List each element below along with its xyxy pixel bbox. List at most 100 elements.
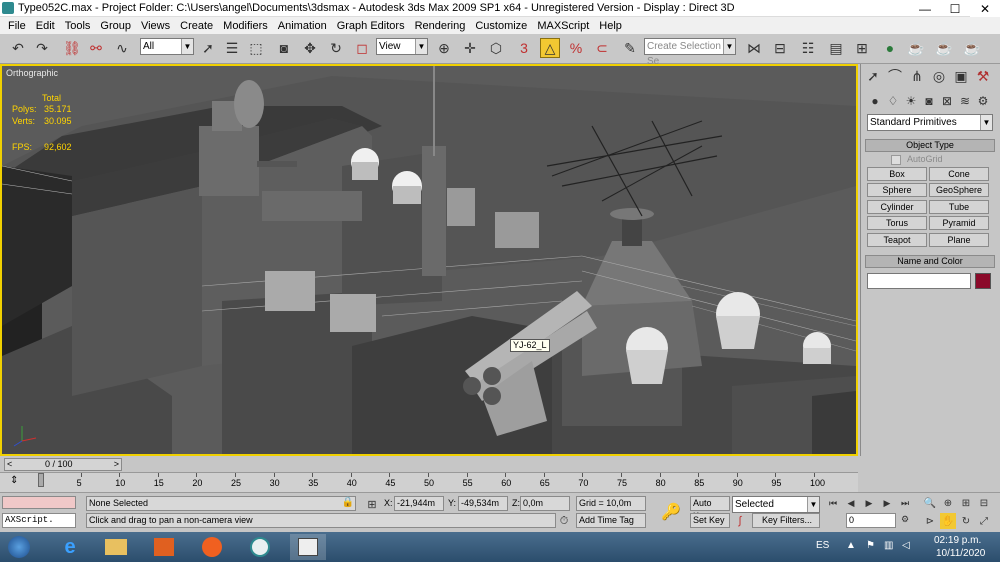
maxscript-listener-top[interactable] bbox=[2, 496, 76, 509]
layer-manager-icon[interactable]: ☷ bbox=[798, 38, 818, 58]
menu-group[interactable]: Group bbox=[95, 20, 136, 32]
material-editor-icon[interactable]: ● bbox=[880, 38, 900, 58]
spinner-snap-icon[interactable]: ⊂ bbox=[592, 38, 612, 58]
scale-icon[interactable]: ◻ bbox=[352, 38, 372, 58]
tray-arrow-icon[interactable]: ▲ bbox=[846, 540, 856, 551]
utilities-tab-icon[interactable]: ⚒ bbox=[973, 66, 993, 86]
bind-space-warp-icon[interactable]: ∿ bbox=[112, 38, 132, 58]
window-crossing-icon[interactable]: ◙ bbox=[274, 38, 294, 58]
systems-icon[interactable]: ⚙ bbox=[973, 91, 993, 111]
time-configuration-icon[interactable]: ⚙ bbox=[898, 511, 912, 527]
language-indicator[interactable]: ES bbox=[816, 540, 829, 551]
selection-region-icon[interactable]: ⬚ bbox=[246, 38, 266, 58]
create-tab-icon[interactable]: ➚ bbox=[863, 66, 883, 86]
default-tangent-icon[interactable]: ∫ bbox=[732, 513, 748, 529]
minimize-button[interactable]: — bbox=[910, 0, 940, 17]
helpers-icon[interactable]: ⊠ bbox=[937, 91, 957, 111]
move-icon[interactable]: ✥ bbox=[300, 38, 320, 58]
quick-render-icon[interactable]: ☕ bbox=[962, 38, 982, 58]
geometry-icon[interactable]: ● bbox=[865, 91, 885, 111]
play-icon[interactable]: ▶ bbox=[862, 495, 876, 511]
menu-file[interactable]: File bbox=[3, 20, 31, 32]
undo-icon[interactable]: ↶ bbox=[8, 38, 28, 58]
3dsmax-taskbar-icon[interactable] bbox=[242, 534, 278, 560]
selection-filter-dropdown[interactable]: All ▼ bbox=[140, 38, 194, 55]
time-slider-prev[interactable]: < bbox=[7, 459, 12, 469]
angle-snap-icon[interactable]: △ bbox=[540, 38, 560, 58]
time-slider[interactable]: < 0 / 100 > bbox=[4, 458, 122, 471]
media-player-icon[interactable] bbox=[146, 534, 182, 560]
menu-animation[interactable]: Animation bbox=[273, 20, 332, 32]
zoom-icon[interactable]: 🔍 bbox=[922, 495, 938, 511]
space-warps-icon[interactable]: ≋ bbox=[955, 91, 975, 111]
viewport-orthographic[interactable]: Orthographic Total Polys: 35.171 Verts: … bbox=[0, 64, 858, 456]
z-coordinate[interactable]: 0,0m bbox=[520, 496, 570, 511]
torus-button[interactable]: Torus bbox=[867, 216, 927, 230]
key-mode-dropdown[interactable]: Selected ▼ bbox=[732, 496, 820, 513]
shapes-icon[interactable]: ♢ bbox=[883, 91, 903, 111]
lights-icon[interactable]: ☀ bbox=[901, 91, 921, 111]
rendered-frame-window-icon[interactable]: ☕ bbox=[934, 38, 954, 58]
autogrid-checkbox[interactable] bbox=[891, 155, 901, 165]
object-name-field[interactable] bbox=[867, 273, 971, 289]
menu-tools[interactable]: Tools bbox=[60, 20, 96, 32]
hierarchy-tab-icon[interactable]: ⋔ bbox=[907, 66, 927, 86]
redo-icon[interactable]: ↷ bbox=[32, 38, 52, 58]
maximize-viewport-icon[interactable]: ⤢ bbox=[976, 513, 992, 529]
menu-customize[interactable]: Customize bbox=[470, 20, 532, 32]
unlink-icon[interactable]: ⚯ bbox=[86, 38, 106, 58]
previous-frame-icon[interactable]: ◀ bbox=[844, 495, 858, 511]
plane-button[interactable]: Plane bbox=[929, 233, 989, 247]
object-type-rollout[interactable]: Object Type bbox=[865, 139, 995, 152]
menu-edit[interactable]: Edit bbox=[31, 20, 60, 32]
tray-flag-icon[interactable]: ⚑ bbox=[866, 540, 875, 551]
clock-date[interactable]: 10/11/2020 bbox=[936, 548, 985, 559]
cone-button[interactable]: Cone bbox=[929, 167, 989, 181]
set-key-icon[interactable]: 🔑 bbox=[656, 501, 686, 523]
pan-view-icon[interactable]: ✋ bbox=[940, 513, 956, 529]
menu-maxscript[interactable]: MAXScript bbox=[532, 20, 594, 32]
maximize-button[interactable]: ☐ bbox=[940, 0, 970, 17]
render-setup-icon[interactable]: ☕ bbox=[906, 38, 926, 58]
key-filters-button[interactable]: Key Filters... bbox=[752, 513, 820, 528]
object-category-dropdown[interactable]: Standard Primitives ▼ bbox=[867, 114, 993, 131]
current-frame-field[interactable]: 0 bbox=[846, 513, 896, 528]
pivot-point-center-icon[interactable]: ⊕ bbox=[434, 38, 454, 58]
link-icon[interactable]: ⛓ bbox=[62, 38, 82, 58]
tray-volume-icon[interactable]: ◁ bbox=[902, 540, 910, 551]
next-frame-icon[interactable]: ▶ bbox=[880, 495, 894, 511]
zoom-extents-icon[interactable]: ⊞ bbox=[958, 495, 974, 511]
named-selection-sets-dropdown[interactable]: Create Selection Se ▼ bbox=[644, 38, 736, 67]
name-and-color-rollout[interactable]: Name and Color bbox=[865, 255, 995, 268]
time-slider-handle[interactable] bbox=[38, 473, 44, 487]
orbit-icon[interactable]: ↻ bbox=[958, 513, 974, 529]
cameras-icon[interactable]: ◙ bbox=[919, 91, 939, 111]
percent-snap-icon[interactable]: % bbox=[566, 38, 586, 58]
firefox-icon[interactable] bbox=[194, 534, 230, 560]
menu-rendering[interactable]: Rendering bbox=[410, 20, 471, 32]
close-button[interactable]: ✕ bbox=[970, 0, 1000, 17]
x-coordinate[interactable]: -21,944m bbox=[394, 496, 444, 511]
menu-create[interactable]: Create bbox=[175, 20, 218, 32]
display-tab-icon[interactable]: ▣ bbox=[951, 66, 971, 86]
track-bar[interactable]: ⇕ 05101520253035404550556065707580859095… bbox=[0, 472, 858, 492]
schematic-view-icon[interactable]: ⊞ bbox=[852, 38, 872, 58]
auto-key-button[interactable]: Auto Key bbox=[690, 496, 730, 521]
y-coordinate[interactable]: -49,534m bbox=[458, 496, 508, 511]
select-by-name-icon[interactable]: ☰ bbox=[222, 38, 242, 58]
box-button[interactable]: Box bbox=[867, 167, 927, 181]
photoshop-taskbar-icon[interactable] bbox=[290, 534, 326, 560]
curve-editor-icon[interactable]: ▤ bbox=[826, 38, 846, 58]
set-key-button[interactable]: Set Key bbox=[690, 513, 730, 528]
start-button[interactable] bbox=[4, 534, 34, 560]
zoom-all-icon[interactable]: ⊕ bbox=[940, 495, 956, 511]
teapot-button[interactable]: Teapot bbox=[867, 233, 927, 247]
time-slider-next[interactable]: > bbox=[114, 459, 119, 469]
geosphere-button[interactable]: GeoSphere bbox=[929, 183, 989, 197]
object-color-swatch[interactable] bbox=[975, 273, 991, 289]
internet-explorer-icon[interactable]: e bbox=[52, 534, 88, 560]
menu-views[interactable]: Views bbox=[136, 20, 175, 32]
align-icon[interactable]: ⊟ bbox=[770, 38, 790, 58]
rotate-icon[interactable]: ↻ bbox=[326, 38, 346, 58]
tray-network-icon[interactable]: ▥ bbox=[884, 540, 893, 551]
